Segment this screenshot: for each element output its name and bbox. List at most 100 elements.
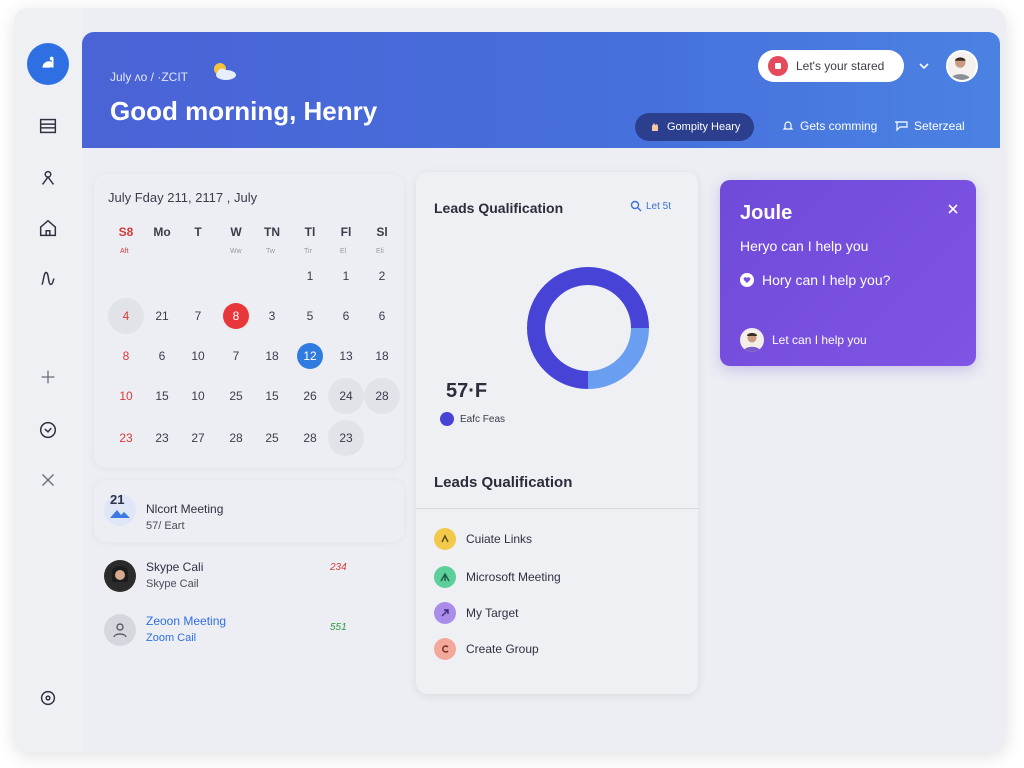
start-pill-label: Let's your stared [796,59,885,73]
event-subtitle: 57/ Eart [146,520,185,532]
calendar-day[interactable]: 8 [223,303,249,329]
calendar-day[interactable]: 25 [254,420,290,456]
action-my-target[interactable]: My Target [434,602,518,624]
zoom-meeting-title: Zeoon Meeting [146,614,227,628]
skype-call-time: 234 [330,562,347,573]
plus-icon[interactable] [28,357,68,397]
call-item-skype[interactable]: Skype Cali Skype Cail 234 [94,548,394,602]
zoom-call-subtitle: Zoom Cail [146,632,197,644]
calendar-day[interactable]: 12 [297,343,323,369]
record-icon [768,56,788,76]
calendar-day[interactable]: 15 [144,378,180,414]
joule-reply[interactable]: Let can I help you [740,328,867,352]
calendar-day[interactable]: 6 [144,338,180,374]
flag-icon [895,121,908,132]
calendar-day[interactable]: 4 [108,298,144,334]
calendar-day[interactable]: 1 [292,258,328,294]
weekday-sublabel: Tir [304,248,312,255]
call-item-zoom[interactable]: Zeoon Meeting Zoom Cail 551 [94,606,394,660]
list-icon[interactable] [28,106,68,146]
calendar-day[interactable]: 26 [292,378,328,414]
calendar-day[interactable]: 7 [218,338,254,374]
gets-coming-link[interactable]: Gets comming [782,119,877,133]
weekday-label: TN [264,225,280,239]
calendar-day[interactable]: 5 [292,298,328,334]
joule-suggestion[interactable]: Hory can I help you? [740,272,890,288]
calendar-day[interactable]: 10 [108,378,144,414]
calendar-day[interactable]: 10 [180,378,216,414]
close-icon[interactable] [944,200,962,218]
joule-assistant-card: Joule Heryo can I help you Hory can I he… [720,180,976,366]
settings-icon[interactable] [28,678,68,718]
weekday-label: S8 [118,225,134,239]
user-avatar[interactable] [946,50,978,82]
meeting-icon [434,566,456,588]
calendar-day[interactable]: 28 [364,378,400,414]
calendar-day[interactable]: 23 [144,420,180,456]
chevron-down-icon[interactable] [914,56,934,76]
action-label: My Target [466,606,519,620]
start-pill-button[interactable]: Let's your stared [758,50,904,82]
calendar-day[interactable]: 18 [364,338,400,374]
action-label: Create Group [466,642,539,656]
calendar-day[interactable]: 1 [328,258,364,294]
calendar-day[interactable]: 18 [254,338,290,374]
calendar-title: July Fday 211, 2117 , July [108,190,258,205]
header-date: July ʌo / ·ZCIT [110,70,189,84]
joule-title: Joule [740,202,793,224]
legend-swatch [440,412,454,426]
leads-subtitle: Leads Qualification [434,474,573,491]
calendar-day[interactable]: 10 [180,338,216,374]
calendar-day[interactable]: 3 [254,298,290,334]
leads-divider [416,508,698,509]
seterzeal-link[interactable]: Seterzeal [894,119,965,133]
calendar-day[interactable]: 23 [108,420,144,456]
calendar-day[interactable]: 21 [144,298,180,334]
weekday-label: T [194,225,202,239]
leads-title: Leads Qualification [434,200,564,216]
calendar-day[interactable]: 6 [328,298,364,334]
leads-search-label: Let 5t [646,200,672,212]
calendar-day[interactable]: 25 [218,378,254,414]
weekday-sublabel: Eli [376,248,384,255]
action-microsoft-meeting[interactable]: Microsoft Meeting [434,566,561,588]
action-create-group[interactable]: Create Group [434,638,539,660]
target-icon [434,602,456,624]
calendar-day[interactable]: 2 [364,258,400,294]
leads-card: Leads Qualification Let 5t 57·F Eafc Fea… [416,172,698,694]
calendar-day[interactable]: 28 [292,420,328,456]
skype-call-subtitle: Skype Cail [146,578,199,590]
calendar-day[interactable]: 28 [218,420,254,456]
calendar-day[interactable]: 15 [254,378,290,414]
search-icon [630,200,642,212]
leads-search-link[interactable]: Let 5t [630,200,671,212]
home-icon[interactable] [28,208,68,248]
calendar-day[interactable]: 24 [328,378,364,414]
calendar-day[interactable]: 27 [180,420,216,456]
weekday-label: Tl [304,225,316,239]
person-icon[interactable] [28,158,68,198]
chat-icon[interactable] [28,410,68,450]
gets-coming-label: Gets comming [800,119,878,133]
activity-icon[interactable] [28,258,68,298]
app-window: July ʌo / ·ZCIT Good morning, Henry Let'… [14,8,1006,752]
leads-legend: Eafc Feas [440,412,505,426]
calendar-day[interactable]: 8 [108,338,144,374]
group-icon [434,638,456,660]
action-create-links[interactable]: Cuiate Links [434,528,532,550]
main-event-card[interactable]: 21 Nlcort Meeting 57/ Eart [94,480,404,542]
company-pill-button[interactable]: Gompity Heary [635,113,755,141]
skype-contact-avatar [104,560,136,592]
joule-reply-label: Let can I help you [772,333,867,347]
calendar-day[interactable]: 7 [180,298,216,334]
hand-icon [652,123,658,131]
calendar-day[interactable]: 13 [328,338,364,374]
app-logo-icon[interactable] [27,43,69,85]
x-icon[interactable] [28,460,68,500]
calendar-day[interactable]: 23 [328,420,364,456]
call-list: Skype Cali Skype Cail 234 Zeoon Meeting … [94,548,394,664]
leads-stat-value: 57·F [446,380,488,402]
calendar-day[interactable]: 6 [364,298,400,334]
zoom-call-time: 551 [330,622,347,633]
user-icon [104,614,136,646]
